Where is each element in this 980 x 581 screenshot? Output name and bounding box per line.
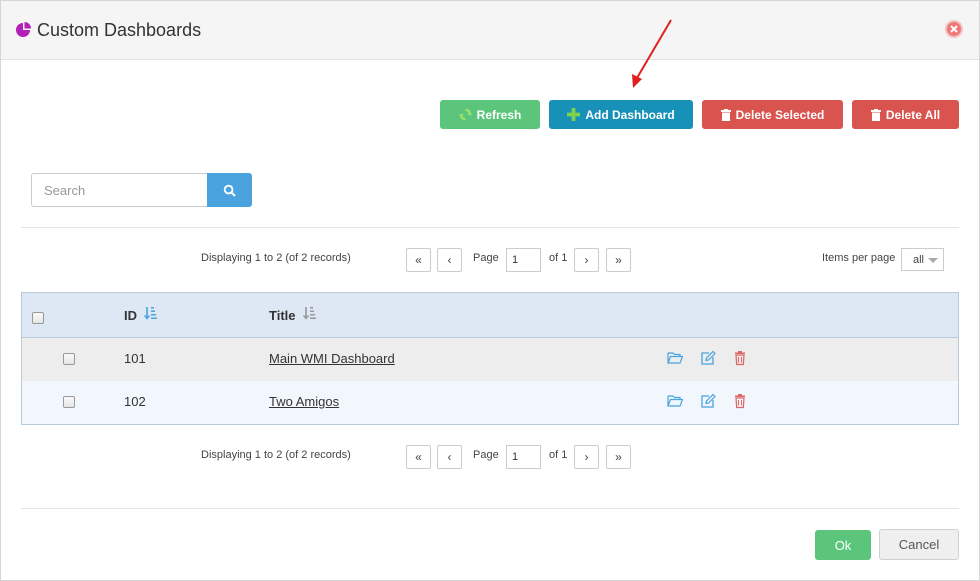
first-page-button[interactable]: « [406,248,431,272]
divider [21,227,959,228]
edit-icon[interactable] [700,393,716,409]
table-row[interactable]: 101 Main WMI Dashboard [22,338,958,381]
table-row[interactable]: 102 Two Amigos [22,381,958,424]
chevron-down-icon [928,258,938,263]
select-all-checkbox[interactable] [32,312,44,324]
dashboard-title-link[interactable]: Main WMI Dashboard [269,351,395,366]
delete-all-button[interactable]: Delete All [852,100,959,129]
items-per-page-label: Items per page [822,252,896,264]
cancel-button[interactable]: Cancel [879,529,959,560]
refresh-label: Refresh [476,107,522,122]
row-id: 101 [124,351,146,366]
page-number-input[interactable] [506,248,541,272]
refresh-icon [459,108,472,121]
column-header-title[interactable]: Title [269,308,296,323]
items-per-page-select[interactable]: all [901,248,944,271]
search-button[interactable] [207,173,252,207]
next-page-button[interactable]: › [574,248,599,272]
row-id: 102 [124,394,146,409]
sort-icon[interactable] [303,306,317,320]
dialog-header: Custom Dashboards [1,1,979,60]
search-icon [223,184,236,197]
refresh-button[interactable]: Refresh [440,100,540,129]
dashboard-title-link[interactable]: Two Amigos [269,394,339,409]
page-number-input[interactable] [506,445,541,469]
plus-icon [567,108,581,121]
prev-page-button[interactable]: ‹ [437,445,462,469]
delete-all-label: Delete All [885,107,941,122]
delete-selected-button[interactable]: Delete Selected [702,100,843,129]
ok-button[interactable]: Ok [815,530,871,560]
search-input[interactable] [31,173,208,207]
next-page-button[interactable]: › [574,445,599,469]
trash-icon[interactable] [732,350,748,366]
last-page-button[interactable]: » [606,248,631,272]
trash-icon [870,108,881,121]
table-header: ID Title [22,293,958,338]
row-checkbox[interactable] [63,353,75,365]
page-count-label: of 1 [549,449,568,461]
trash-icon[interactable] [732,393,748,409]
add-dashboard-label: Add Dashboard [585,107,675,122]
row-checkbox[interactable] [63,396,75,408]
page-label: Page [473,252,499,264]
first-page-button[interactable]: « [406,445,431,469]
column-header-id[interactable]: ID [124,308,137,323]
open-folder-icon[interactable] [667,350,683,366]
close-icon[interactable] [945,20,963,38]
trash-icon [720,108,731,121]
dashboards-table: ID Title 101 Main WMI Dashboard 102 Two … [21,292,959,425]
open-folder-icon[interactable] [667,393,683,409]
custom-dashboards-dialog: Custom Dashboards Refresh Add Dashboard [0,0,980,581]
page-label: Page [473,449,499,461]
pie-chart-icon [16,22,31,37]
annotation-arrow-icon [632,19,672,88]
sort-icon[interactable] [144,306,158,320]
delete-selected-label: Delete Selected [735,107,825,122]
prev-page-button[interactable]: ‹ [437,248,462,272]
add-dashboard-button[interactable]: Add Dashboard [549,100,693,129]
edit-icon[interactable] [700,350,716,366]
items-per-page-value: all [913,253,925,266]
divider [21,508,959,509]
pager-info: Displaying 1 to 2 (of 2 records) [201,252,351,264]
page-count-label: of 1 [549,252,568,264]
last-page-button[interactable]: » [606,445,631,469]
pager-info: Displaying 1 to 2 (of 2 records) [201,449,351,461]
dialog-title: Custom Dashboards [37,20,202,40]
